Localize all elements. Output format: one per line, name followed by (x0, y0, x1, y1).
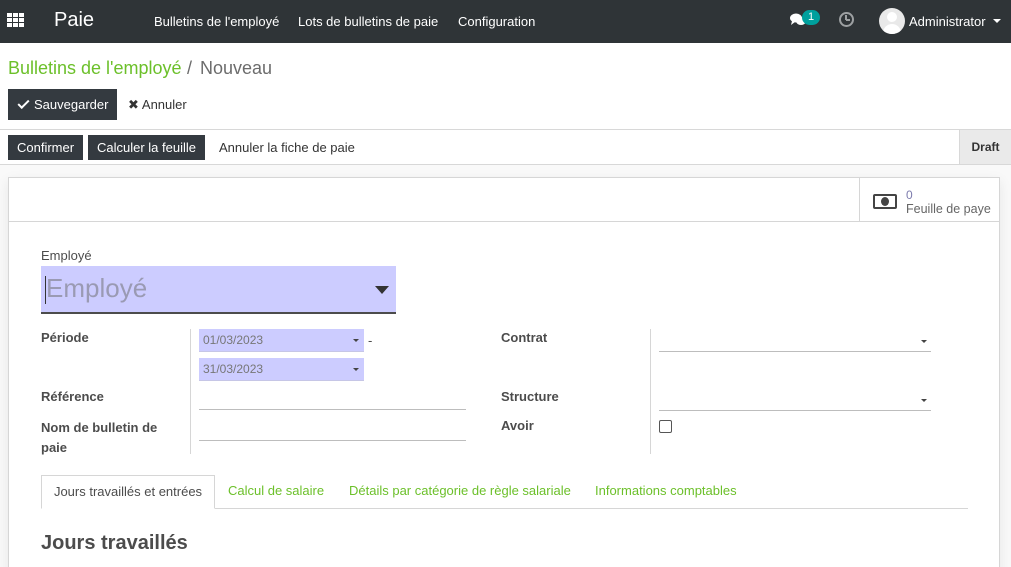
payslip-count-stat-button[interactable]: 0 Feuille de paye (859, 178, 999, 221)
label-divider (190, 329, 191, 454)
breadcrumb-separator: / (187, 58, 193, 78)
menu-configuration[interactable]: Configuration (458, 14, 535, 29)
section-title: Jours travaillés (41, 532, 188, 554)
caret-down-icon[interactable] (921, 399, 927, 402)
caret-down-icon[interactable] (353, 339, 359, 342)
check-icon (17, 96, 30, 110)
caret-down-icon[interactable] (921, 340, 927, 343)
employee-field[interactable]: Employé (41, 266, 396, 314)
tab-salary-computation[interactable]: Calcul de salaire (228, 475, 324, 509)
period-label: Période (41, 330, 89, 345)
employee-placeholder: Employé (46, 273, 148, 303)
messages-count-badge: 1 (802, 10, 820, 25)
activity-clock-icon[interactable] (839, 12, 854, 27)
date-from-value: 01/03/2023 (203, 333, 264, 347)
menu-payslip-batches[interactable]: Lots de bulletins de paie (298, 14, 438, 29)
close-icon: ✖ (128, 97, 139, 112)
menu-employee-payslips[interactable]: Bulletins de l'employé (154, 14, 279, 29)
caret-down-icon[interactable] (993, 19, 1001, 23)
employee-label: Employé (41, 248, 92, 263)
reference-label: Référence (41, 389, 104, 404)
user-avatar[interactable] (879, 8, 905, 34)
form-sheet: 0 Feuille de paye Employé Employé Périod… (8, 177, 1000, 567)
structure-field[interactable] (659, 410, 931, 411)
save-button[interactable]: Sauvegarder (8, 89, 117, 120)
date-separator: - (368, 333, 373, 348)
breadcrumb-current: Nouveau (200, 58, 273, 78)
payslip-name-label: Nom de bulletin de paie (41, 420, 158, 455)
contract-label: Contrat (501, 330, 548, 345)
user-menu[interactable]: Administrator (909, 14, 986, 29)
control-panel: Bulletins de l'employé / Nouveau Sauvega… (0, 43, 1011, 130)
top-navbar: Paie Bulletins de l'employé Lots de bull… (0, 0, 1011, 43)
cancel-payslip-button[interactable]: Annuler la fiche de paie (219, 135, 355, 160)
discard-button[interactable]: ✖ Annuler (128, 89, 187, 120)
status-draft[interactable]: Draft (959, 130, 1011, 164)
notebook-tabs: Jours travaillés et entrées Calcul de sa… (41, 475, 968, 509)
apps-menu-icon[interactable] (7, 13, 24, 28)
discard-button-label: Annuler (141, 97, 187, 112)
stat-label: Feuille de paye (906, 202, 991, 216)
payslip-name-input[interactable] (199, 440, 466, 441)
tab-worked-days[interactable]: Jours travaillés et entrées (41, 475, 215, 509)
caret-down-icon[interactable] (353, 368, 359, 371)
compute-sheet-button[interactable]: Calculer la feuille (88, 135, 205, 160)
date-to-field[interactable]: 31/03/2023 (199, 358, 364, 381)
credit-note-label: Avoir (501, 418, 534, 433)
label-divider (650, 329, 651, 454)
tab-accounting-info[interactable]: Informations comptables (595, 475, 737, 509)
structure-label: Structure (501, 389, 559, 404)
date-from-field[interactable]: 01/03/2023 (199, 329, 364, 352)
dropdown-caret-icon[interactable] (375, 286, 389, 294)
tab-rule-category-details[interactable]: Détails par catégorie de règle salariale (349, 475, 571, 509)
app-brand[interactable]: Paie (54, 9, 94, 32)
money-icon (873, 194, 897, 209)
confirm-button[interactable]: Confirmer (8, 135, 84, 160)
button-box: 0 Feuille de paye (9, 178, 999, 222)
stat-value: 0 (906, 188, 913, 202)
breadcrumb-parent-link[interactable]: Bulletins de l'employé (8, 58, 182, 79)
form-statusbar: Confirmer Calculer la feuille Annuler la… (0, 130, 1011, 165)
reference-input[interactable] (199, 409, 466, 410)
contract-field[interactable] (659, 351, 931, 352)
credit-note-checkbox[interactable] (659, 420, 672, 433)
save-button-label: Sauvegarder (34, 97, 109, 112)
date-to-value: 31/03/2023 (203, 362, 264, 376)
